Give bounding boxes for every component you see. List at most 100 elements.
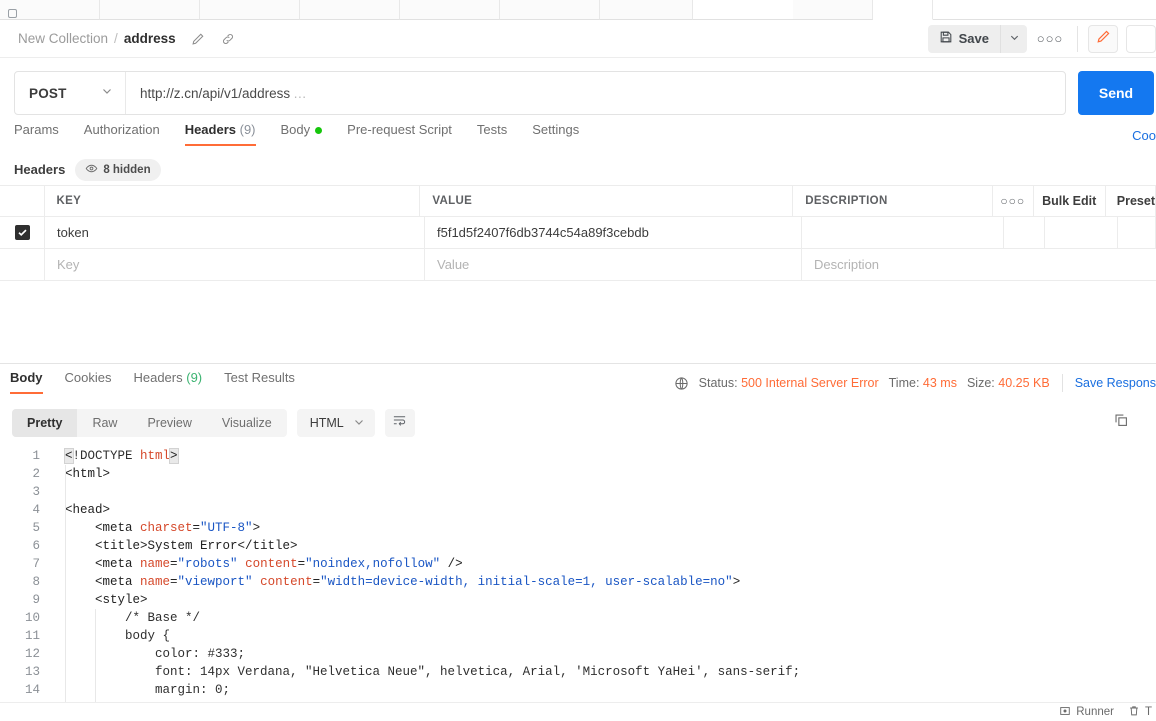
code-line-content[interactable]: <title>System Error</title> [50, 537, 1156, 555]
code-line-content[interactable] [50, 483, 1156, 501]
code-indent-guide [65, 465, 66, 702]
view-pretty[interactable]: Pretty [12, 409, 78, 437]
code-line-number: 14 [24, 683, 40, 697]
table-row-empty[interactable]: Key Value Description [0, 249, 1156, 281]
preset-button[interactable]: Preset [1106, 186, 1156, 216]
headers-title: Headers [14, 162, 66, 177]
meta-divider [1061, 374, 1063, 392]
save-dropdown-button[interactable] [1000, 24, 1027, 53]
pane-splitter[interactable] [0, 363, 1156, 364]
code-line-content[interactable]: /* Base */ [50, 609, 1156, 627]
response-tab-test-results[interactable]: Test Results [224, 370, 295, 392]
new-description-input[interactable]: Description [814, 257, 879, 272]
eye-icon [85, 162, 98, 178]
bulk-edit-button[interactable]: Bulk Edit [1034, 186, 1106, 216]
code-line: 6 <title>System Error</title> [0, 537, 1156, 555]
tab-item[interactable] [200, 0, 300, 20]
new-key-input[interactable]: Key [57, 257, 79, 272]
code-token: "viewport" [177, 575, 253, 589]
response-tab-cookies[interactable]: Cookies [65, 370, 112, 392]
save-response-button[interactable]: Save Respons [1075, 376, 1156, 390]
tab-headers[interactable]: Headers (9) [184, 122, 256, 146]
new-value-input[interactable]: Value [437, 257, 469, 272]
tab-authorization[interactable]: Authorization [84, 122, 160, 144]
response-body-code[interactable]: 1 <!DOCTYPE html> 2 <html> 3 4 <head> 5 <meta c… [0, 447, 1156, 702]
code-line-content[interactable]: <head> [50, 501, 1156, 519]
tab-item[interactable] [100, 0, 200, 20]
word-wrap-button[interactable] [384, 409, 415, 437]
tab-params[interactable]: Params [14, 122, 59, 144]
edit-mode-button[interactable] [1088, 24, 1118, 53]
response-tab-headers[interactable]: Headers (9) [133, 370, 202, 392]
response-tab-body[interactable]: Body [10, 370, 43, 394]
code-line: 4 <head> [0, 501, 1156, 519]
tab-item[interactable] [793, 0, 873, 20]
code-token: /* Base */ [65, 611, 201, 625]
code-line-content[interactable]: <html> [50, 465, 1156, 483]
code-token: = [297, 557, 306, 571]
hidden-headers-badge[interactable]: 8 hidden [75, 158, 161, 181]
tab-item[interactable] [400, 0, 500, 20]
save-button-group[interactable]: Save [927, 24, 1027, 53]
table-row[interactable]: token f5f1d5f2407f6db3744c54a89f3cebdb [0, 217, 1156, 249]
empty-row-checkbox-cell[interactable] [0, 249, 45, 280]
url-input[interactable]: http://z.cn/api/v1/address… [126, 72, 1065, 114]
copy-response-button[interactable] [1108, 410, 1134, 436]
pencil-icon[interactable] [190, 31, 206, 47]
tab-pre-request-script[interactable]: Pre-request Script [347, 122, 452, 144]
select-all-cell[interactable] [0, 186, 45, 216]
code-line: 5 <meta charset="UTF-8"> [0, 519, 1156, 537]
header-value[interactable]: f5f1d5f2407f6db3744c54a89f3cebdb [437, 225, 649, 240]
chevron-down-icon [101, 84, 113, 102]
send-button[interactable]: Send [1078, 71, 1154, 115]
tab-settings[interactable]: Settings [532, 122, 579, 144]
cookies-link[interactable]: Coo [1132, 128, 1156, 143]
tab-label: Pre-request Script [347, 122, 452, 137]
header-description[interactable] [802, 217, 1004, 248]
method-label: POST [29, 85, 67, 101]
tab-body[interactable]: Body [281, 122, 323, 144]
tab-item[interactable] [0, 0, 100, 20]
tab-item[interactable] [300, 0, 400, 20]
floppy-disk-icon [939, 30, 953, 47]
view-preview[interactable]: Preview [132, 409, 206, 437]
code-token: name [140, 575, 171, 589]
code-line-content[interactable]: margin: 0; [50, 681, 1156, 699]
more-actions-button[interactable]: ○○○ [1033, 25, 1067, 53]
request-tab-strip[interactable] [0, 0, 1156, 20]
code-line-content[interactable]: <meta charset="UTF-8"> [50, 519, 1156, 537]
tab-label: Headers [133, 370, 183, 385]
breadcrumb-collection[interactable]: New Collection [18, 31, 108, 46]
link-icon[interactable] [220, 31, 236, 47]
view-visualize[interactable]: Visualize [207, 409, 287, 437]
code-line-content[interactable]: <meta name="robots" content="noindex,nof… [50, 555, 1156, 573]
code-line: 11 body { [0, 627, 1156, 645]
runner-button[interactable]: Runner [1059, 705, 1114, 720]
code-line-content[interactable]: color: #333; [50, 645, 1156, 663]
globe-icon [674, 376, 689, 391]
method-selector[interactable]: POST [15, 72, 126, 114]
code-line-content[interactable]: <!DOCTYPE html> [50, 447, 1156, 465]
code-line: 10 /* Base */ [0, 609, 1156, 627]
code-line: 7 <meta name="robots" content="noindex,n… [0, 555, 1156, 573]
code-line-content[interactable]: <meta name="viewport" content="width=dev… [50, 573, 1156, 591]
code-line-content[interactable]: font: 14px Verdana, "Helvetica Neue", he… [50, 663, 1156, 681]
trash-button[interactable]: T [1128, 705, 1152, 720]
tab-item[interactable] [600, 0, 693, 20]
row-checkbox-cell[interactable] [0, 217, 45, 248]
breadcrumb-request-name[interactable]: address [124, 31, 176, 46]
code-line-content[interactable]: <style> [50, 591, 1156, 609]
view-raw[interactable]: Raw [77, 409, 132, 437]
row-checkbox[interactable] [14, 225, 30, 240]
format-selector[interactable]: HTML [296, 409, 375, 437]
panel-toggle-button[interactable] [1126, 24, 1156, 53]
header-key[interactable]: token [57, 225, 89, 240]
tab-item[interactable] [500, 0, 600, 20]
save-button[interactable]: Save [927, 24, 1000, 53]
table-more-button[interactable]: ○○○ [993, 186, 1034, 216]
tab-item-active[interactable] [873, 0, 933, 20]
code-line-content[interactable]: body { [50, 627, 1156, 645]
code-token: color: #333; [65, 647, 246, 661]
tab-tests[interactable]: Tests [477, 122, 507, 144]
